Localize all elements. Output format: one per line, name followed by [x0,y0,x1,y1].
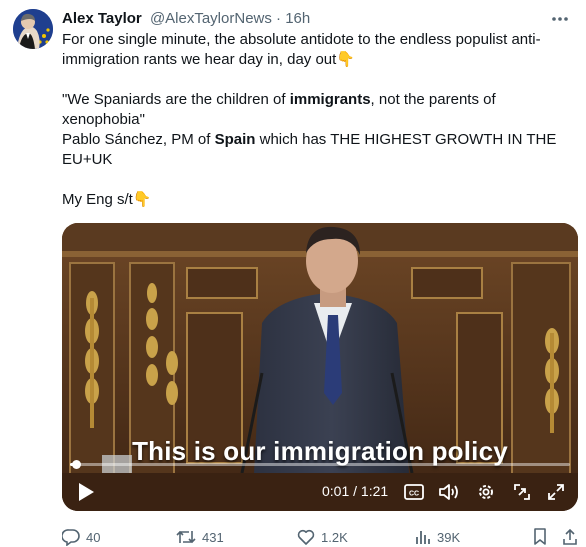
tweet-line: "We Spaniards are the children of immigr… [62,91,496,108]
tweet-line: Pablo Sánchez, PM of Spain which has THE… [62,131,557,148]
separator: · [276,10,282,27]
captions-icon: CC [404,484,424,500]
play-icon [79,483,94,501]
reply-count: 40 [86,529,101,545]
view-count: 39K [437,529,461,545]
like-button[interactable]: 1.2K [297,527,348,547]
video-player[interactable] [62,223,578,511]
pointing-down-emoji-icon: 👇 [336,51,355,68]
bookmark-button[interactable] [533,527,553,547]
video-frame-image [62,223,578,511]
play-button[interactable] [74,480,98,504]
tweet-line: EU+UK [62,151,113,168]
more-icon [552,17,568,21]
pointing-down-emoji-icon: 👇 [132,191,152,208]
fullscreen-button[interactable] [545,480,567,504]
author-avatar[interactable] [13,9,53,49]
author-handle[interactable]: @AlexTaylorNews [150,10,272,27]
views-button[interactable]: 39K [415,527,460,547]
tweet-header: Alex Taylor @AlexTaylorNews · 16h [62,9,310,29]
tweet-line: My Eng s/t👇 [62,191,152,208]
tweet-line: xenophobia" [62,111,145,128]
gear-icon [479,485,493,499]
expand-icon [548,484,564,500]
video-duration: 1:21 [360,483,389,499]
heart-icon [297,529,315,545]
video-progress-handle[interactable] [72,460,81,469]
retweet-count: 431 [202,529,224,545]
bookmark-icon [534,528,546,545]
retweet-icon [176,530,196,544]
video-current-time: 0:01 [322,483,350,499]
retweet-button[interactable]: 431 [176,527,224,547]
video-time: 0:01 / 1:21 [322,483,389,499]
author-name[interactable]: Alex Taylor [62,10,142,27]
tweet-time[interactable]: 16h [285,10,310,27]
volume-icon [439,484,458,500]
like-count: 1.2K [321,529,348,545]
video-progress-bar[interactable] [70,460,570,469]
captions-button[interactable]: CC [403,480,425,504]
eu-flag-avatar-icon [13,9,53,49]
svg-text:CC: CC [409,491,419,498]
tweet-line: For one single minute, the absolute anti… [62,31,541,48]
tweet-line: immigration rants we hear day in, day ou… [62,51,355,68]
share-button[interactable] [562,527,584,547]
tweet-text: For one single minute, the absolute anti… [62,30,567,210]
reply-button[interactable]: 40 [62,527,100,547]
volume-button[interactable] [437,480,461,504]
reply-icon [62,529,80,546]
share-icon [563,528,577,545]
settings-button[interactable] [475,480,497,504]
more-options-button[interactable] [550,10,570,28]
picture-in-picture-button[interactable] [511,480,533,504]
analytics-icon [416,531,430,544]
dock-icon [514,484,530,500]
